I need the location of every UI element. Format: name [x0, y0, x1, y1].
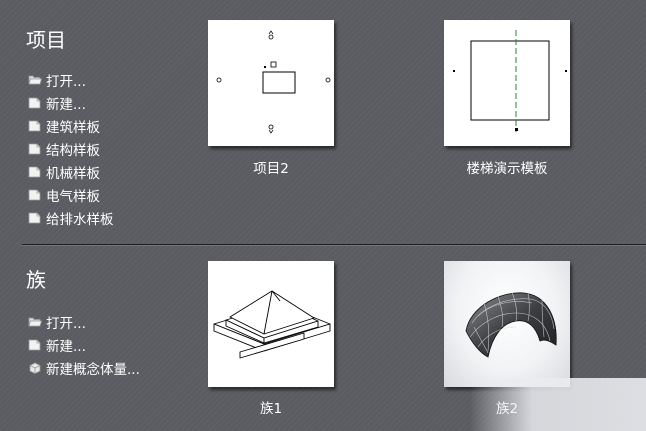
menu-item-label: 建筑样板 [46, 119, 100, 136]
stair-plan-preview [453, 30, 567, 132]
document-icon [28, 189, 42, 201]
menu-item-label: 新建概念体量... [46, 361, 140, 378]
template-electrical-link[interactable]: 电气样板 [28, 183, 114, 206]
projects-menu: 打开... 新建... 建筑样板 结构样板 机械样板 电气样板 给排水样板 [28, 68, 114, 229]
family-new-link[interactable]: 新建... [28, 333, 140, 356]
recent-family-label[interactable]: 族2 [417, 397, 597, 417]
new-document-icon [28, 339, 42, 351]
template-structure-link[interactable]: 结构样板 [28, 137, 114, 160]
recent-family-thumbnail[interactable] [444, 261, 570, 387]
open-folder-icon [28, 74, 42, 86]
menu-item-label: 打开... [46, 315, 86, 332]
recent-family-thumbnail[interactable] [208, 261, 334, 387]
families-title: 族 [26, 268, 46, 292]
projects-title: 项目 [26, 28, 66, 52]
project-open-link[interactable]: 打开... [28, 68, 114, 91]
families-menu: 打开... 新建... 新建概念体量... [28, 310, 140, 379]
template-architecture-link[interactable]: 建筑样板 [28, 114, 114, 137]
recent-family-label[interactable]: 族1 [181, 397, 361, 417]
floor-plan-preview [216, 30, 331, 134]
mass-cube-icon [28, 362, 42, 374]
menu-item-label: 结构样板 [46, 142, 100, 159]
pedestal-model-preview [213, 290, 331, 359]
document-icon [28, 143, 42, 155]
recent-project-thumbnail[interactable] [444, 20, 570, 146]
new-conceptual-mass-link[interactable]: 新建概念体量... [28, 356, 140, 379]
recent-project-label[interactable]: 楼梯演示模板 [417, 157, 597, 177]
new-document-icon [28, 97, 42, 109]
family-open-link[interactable]: 打开... [28, 310, 140, 333]
recent-project-thumbnail[interactable] [208, 20, 334, 146]
menu-item-label: 新建... [46, 96, 86, 113]
document-icon [28, 212, 42, 224]
project-new-link[interactable]: 新建... [28, 91, 114, 114]
document-icon [28, 166, 42, 178]
section-divider [22, 244, 646, 246]
menu-item-label: 机械样板 [46, 165, 100, 182]
template-mechanical-link[interactable]: 机械样板 [28, 160, 114, 183]
template-plumbing-link[interactable]: 给排水样板 [28, 206, 114, 229]
menu-item-label: 给排水样板 [46, 211, 114, 228]
open-folder-icon [28, 316, 42, 328]
document-icon [28, 120, 42, 132]
recent-project-label[interactable]: 项目2 [181, 157, 361, 177]
menu-item-label: 电气样板 [46, 188, 100, 205]
menu-item-label: 打开... [46, 73, 86, 90]
menu-item-label: 新建... [46, 338, 86, 355]
conceptual-mass-preview [465, 291, 557, 358]
